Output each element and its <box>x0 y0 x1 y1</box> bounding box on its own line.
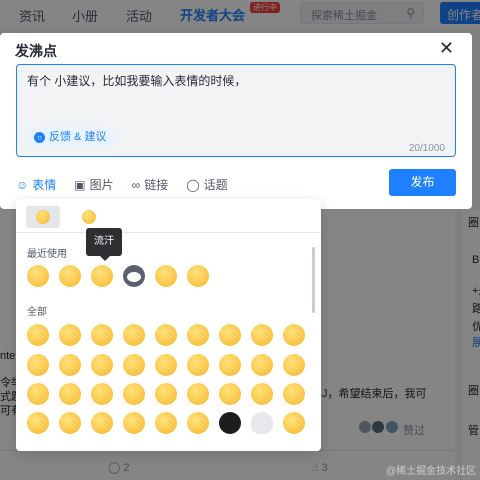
emoji-icon[interactable] <box>59 265 81 287</box>
editor-toolbar: ☺ 表情 ▣ 图片 ∞ 链接 ◯ 话题 <box>16 176 246 193</box>
emoji-icon[interactable] <box>91 383 113 405</box>
emoji-icon[interactable] <box>59 354 81 376</box>
image-tool-label: 图片 <box>89 178 114 192</box>
emoji-icon[interactable] <box>251 324 273 346</box>
emoji-icon[interactable] <box>27 383 49 405</box>
emoji-icon[interactable] <box>27 265 49 287</box>
topic-tool-button[interactable]: ◯ 话题 <box>186 176 227 193</box>
emoji-icon[interactable] <box>251 383 273 405</box>
emoji-tool-label: 表情 <box>32 178 57 192</box>
emoji-icon[interactable] <box>59 412 81 434</box>
emoji-icon[interactable] <box>91 412 113 434</box>
emoji-icon[interactable] <box>91 324 113 346</box>
emoji-icon[interactable] <box>187 324 209 346</box>
emoji-icon[interactable] <box>27 324 49 346</box>
image-tool-button[interactable]: ▣ 图片 <box>74 176 113 193</box>
scrollbar[interactable] <box>312 247 315 313</box>
smile-icon <box>82 210 96 224</box>
topic-chip-label: 反馈 & 建议 <box>49 131 107 143</box>
emoji-icon[interactable] <box>59 383 81 405</box>
post-dialog: 发沸点 ✕ 有个 小建议，比如我要输入表情的时候， ○ 反馈 & 建议 20/1… <box>0 33 472 209</box>
emoji-icon[interactable] <box>219 383 241 405</box>
topic-icon: ◯ <box>186 177 200 192</box>
cat-emoji-icon[interactable] <box>123 265 145 287</box>
watermark: @稀土掘金技术社区 <box>386 466 477 477</box>
emoji-icon[interactable] <box>123 324 145 346</box>
emoji-icon[interactable] <box>27 354 49 376</box>
link-icon: ∞ <box>131 177 141 192</box>
emoji-icon[interactable] <box>123 412 145 434</box>
emoji-icon[interactable] <box>219 324 241 346</box>
post-editor[interactable]: 有个 小建议，比如我要输入表情的时候， ○ 反馈 & 建议 20/1000 <box>16 64 456 157</box>
emoji-icon[interactable] <box>187 383 209 405</box>
emoji-icon[interactable] <box>91 354 113 376</box>
emoji-icon[interactable] <box>187 412 209 434</box>
emoji-tool-button[interactable]: ☺ 表情 <box>16 176 56 193</box>
dialog-title: 发沸点 <box>15 43 57 59</box>
emoji-icon[interactable] <box>283 354 305 376</box>
all-section-label: 全部 <box>27 307 47 318</box>
editor-text[interactable]: 有个 小建议，比如我要输入表情的时候， <box>27 72 246 89</box>
emoji-icon[interactable] <box>155 412 177 434</box>
topic-chip-icon: ○ <box>34 131 45 143</box>
emoji-icon[interactable] <box>123 354 145 376</box>
dark-face-emoji-icon[interactable] <box>219 412 241 434</box>
char-counter: 20/1000 <box>408 143 445 154</box>
close-icon[interactable]: ✕ <box>439 38 454 59</box>
emoji-icon[interactable] <box>283 383 305 405</box>
emoji-icon[interactable] <box>155 354 177 376</box>
emoji-icon[interactable] <box>155 324 177 346</box>
smile-icon <box>36 210 50 224</box>
emoji-panel: 最近使用 全部 <box>16 199 321 451</box>
emoji-tabs <box>16 199 321 233</box>
emoji-icon[interactable] <box>283 412 305 434</box>
emoji-icon[interactable] <box>123 383 145 405</box>
emoji-icon[interactable] <box>27 412 49 434</box>
emoji-icon[interactable] <box>155 265 177 287</box>
publish-button[interactable]: 发布 <box>389 169 456 196</box>
emoji-icon[interactable] <box>187 265 209 287</box>
emoji-icon[interactable] <box>219 354 241 376</box>
emoji-icon: ☺ <box>16 177 29 192</box>
image-icon: ▣ <box>74 177 86 192</box>
emoji-icon[interactable] <box>155 383 177 405</box>
emoji-icon[interactable] <box>91 265 113 287</box>
emoji-tab-default[interactable] <box>26 206 60 228</box>
recent-section-label: 最近使用 <box>27 249 67 260</box>
topic-tool-label: 话题 <box>203 178 228 192</box>
emoji-tab-other[interactable] <box>72 206 106 228</box>
emoji-tooltip: 流汗 <box>86 228 122 261</box>
emoji-icon[interactable] <box>187 354 209 376</box>
emoji-icon[interactable] <box>251 354 273 376</box>
link-tool-button[interactable]: ∞ 链接 <box>132 176 169 193</box>
skull-emoji-icon[interactable] <box>251 412 273 434</box>
link-tool-label: 链接 <box>144 178 169 192</box>
topic-chip[interactable]: ○ 反馈 & 建议 <box>27 127 116 147</box>
emoji-icon[interactable] <box>283 324 305 346</box>
emoji-icon[interactable] <box>59 324 81 346</box>
